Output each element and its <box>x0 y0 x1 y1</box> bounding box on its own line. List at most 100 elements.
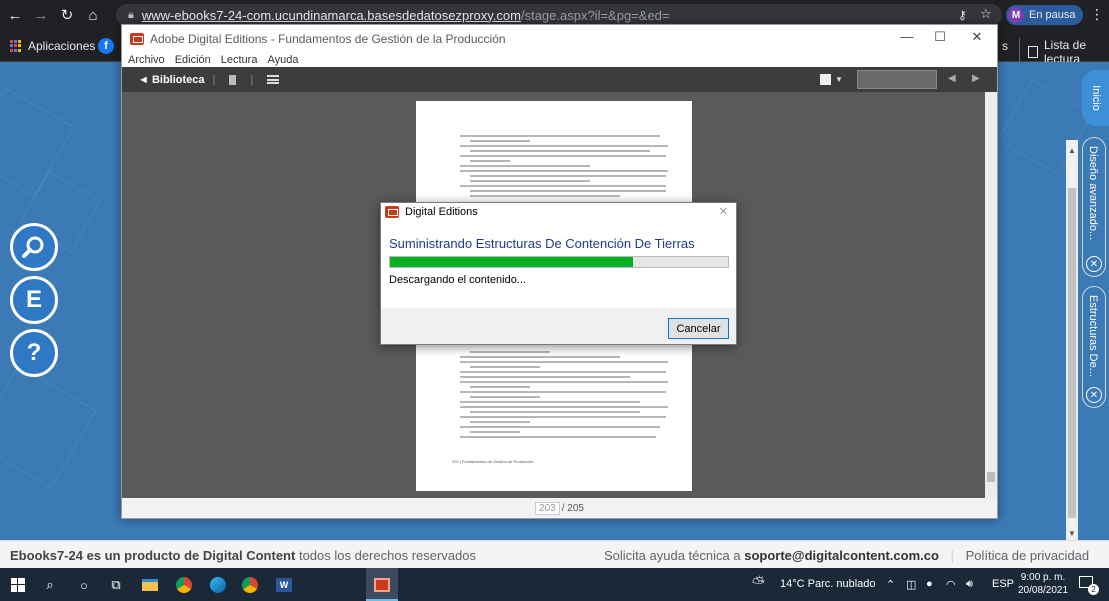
bookmark-truncated[interactable]: s <box>1002 39 1008 53</box>
library-button[interactable]: ◄ Biblioteca <box>138 74 205 86</box>
maximize-icon[interactable]: ☐ <box>925 29 955 45</box>
menu-lectura[interactable]: Lectura <box>221 54 258 66</box>
weather-icon[interactable]: ⛅︎ <box>752 575 765 593</box>
facebook-icon[interactable]: f <box>98 38 114 54</box>
prev-page-icon[interactable]: ◀ <box>948 73 956 84</box>
text-line <box>470 190 666 192</box>
support-text: Solicita ayuda técnica a soporte@digital… <box>604 548 1089 563</box>
close-icon[interactable]: ✕ <box>1086 387 1102 403</box>
chrome-icon[interactable] <box>174 575 194 595</box>
scroll-down-icon[interactable]: ▼ <box>1068 529 1076 538</box>
total-pages: / 205 <box>561 502 584 514</box>
star-icon[interactable]: ☆ <box>980 6 992 22</box>
text-line <box>460 406 668 408</box>
page-scrollbar[interactable]: ▲ ▼ <box>1066 140 1078 540</box>
reload-icon[interactable]: ↻ <box>56 4 78 26</box>
menu-archivo[interactable]: Archivo <box>128 54 165 66</box>
text-line <box>470 180 590 182</box>
hex-decoration <box>997 79 1093 175</box>
text-line <box>460 165 590 167</box>
support-prefix: Solicita ayuda técnica a <box>604 548 741 563</box>
reader-scrollbar[interactable] <box>985 92 997 498</box>
address-bar[interactable]: 🔒︎ www-ebooks7-24-com.ucundinamarca.base… <box>116 4 1002 26</box>
forward-icon[interactable]: → <box>30 4 52 26</box>
meet-now-icon[interactable]: ◫ <box>906 578 916 591</box>
search-icon[interactable]: ⌕ <box>40 575 60 595</box>
toolbar-divider: | <box>212 73 216 86</box>
clock[interactable]: 9:00 p. m. 20/08/2021 <box>1018 571 1068 597</box>
e-round-button[interactable]: E <box>10 276 58 324</box>
download-progress-bar <box>389 256 729 268</box>
url-path: /stage.aspx?il=&pg=&ed= <box>520 7 670 23</box>
privacy-link[interactable]: Política de privacidad <box>966 548 1090 563</box>
cancel-button[interactable]: Cancelar <box>668 318 729 339</box>
back-icon[interactable]: ← <box>4 4 26 26</box>
adobe-digital-editions-icon[interactable] <box>372 575 392 595</box>
tab-diseno-avanzado[interactable]: Diseño avanzado... ✕ <box>1082 137 1106 277</box>
scroll-up-icon[interactable]: ▲ <box>1068 146 1076 155</box>
page-indicator: 203 / 205 <box>122 498 997 518</box>
text-line <box>460 361 668 363</box>
volume-icon[interactable]: 🔊︎ <box>966 578 973 591</box>
site-footer: Ebooks7-24 es un producto de Digital Con… <box>0 540 1109 568</box>
book-page-footer: 202 | Fundamentos de Gestión de Producci… <box>452 459 534 464</box>
ade-window-title: Adobe Digital Editions - Fundamentos de … <box>150 32 506 46</box>
cortana-icon[interactable]: ○ <box>74 575 94 595</box>
apps-bookmark[interactable]: Aplicaciones <box>10 39 95 53</box>
search-icon <box>22 236 44 258</box>
notification-center-icon[interactable]: 2 <box>1079 576 1099 595</box>
menu-edicion[interactable]: Edición <box>175 54 211 66</box>
text-line <box>470 421 530 423</box>
task-view-icon[interactable]: ⧉ <box>106 575 126 595</box>
view-mode-icon[interactable] <box>820 74 831 85</box>
tab-inicio[interactable]: Inicio <box>1082 70 1109 126</box>
current-page-input[interactable]: 203 <box>535 501 560 515</box>
profile-button[interactable]: M En pausa <box>1006 5 1084 25</box>
scroll-thumb[interactable] <box>987 472 995 482</box>
home-icon[interactable]: ⌂ <box>82 4 104 26</box>
text-line <box>470 431 520 433</box>
reading-list-icon <box>1028 46 1038 58</box>
text-line <box>460 436 656 438</box>
close-icon[interactable]: ✕ <box>719 205 728 218</box>
footer-brand-prefix: Ebooks7-24 es un producto de <box>10 548 200 563</box>
language-indicator[interactable]: ESP <box>992 578 1014 590</box>
text-line <box>470 351 550 353</box>
bookmark-icon[interactable] <box>229 74 237 85</box>
profile-status: En pausa <box>1029 9 1076 21</box>
minimize-icon[interactable]: — <box>892 29 922 44</box>
ade-logo-icon <box>130 33 144 45</box>
windows-start-icon[interactable] <box>8 575 28 595</box>
chrome-profile-icon[interactable] <box>240 575 260 595</box>
ade-search-input[interactable] <box>857 70 937 89</box>
help-round-button[interactable]: ? <box>10 329 58 377</box>
tab-estructuras[interactable]: Estructuras De... ✕ <box>1082 286 1106 408</box>
search-round-button[interactable] <box>10 223 58 271</box>
e-label: E <box>25 286 42 313</box>
windows-logo-icon <box>11 578 25 592</box>
ade-logo-icon <box>385 206 399 218</box>
scroll-thumb[interactable] <box>1068 188 1076 518</box>
weather-text[interactable]: 14°C Parc. nublado <box>780 578 876 590</box>
wifi-icon[interactable]: ◠ <box>946 578 956 591</box>
support-email-link[interactable]: soporte@digitalcontent.com.co <box>744 548 939 563</box>
text-line <box>460 170 668 172</box>
tab-label: Estructuras De... <box>1087 295 1099 377</box>
next-page-icon[interactable]: ▶ <box>972 73 980 84</box>
close-icon[interactable]: ✕ <box>1086 256 1102 272</box>
text-line <box>460 376 630 378</box>
text-line <box>470 150 650 152</box>
chevron-down-icon[interactable]: ▼ <box>835 75 843 84</box>
file-explorer-icon[interactable] <box>140 575 160 595</box>
mic-icon[interactable]: ● <box>926 578 933 590</box>
key-icon[interactable]: ⚷ <box>958 8 967 22</box>
edge-icon[interactable] <box>208 575 228 595</box>
chevron-up-icon[interactable]: ⌃ <box>886 578 895 591</box>
menu-ayuda[interactable]: Ayuda <box>267 54 298 66</box>
word-icon[interactable]: W <box>274 575 294 595</box>
toc-list-icon[interactable] <box>267 75 280 84</box>
apps-label: Aplicaciones <box>28 39 96 53</box>
menu-kebab-icon[interactable]: ⋮ <box>1090 6 1104 23</box>
ade-menubar: Archivo Edición Lectura Ayuda <box>122 53 997 67</box>
close-icon[interactable]: ✕ <box>962 29 992 45</box>
